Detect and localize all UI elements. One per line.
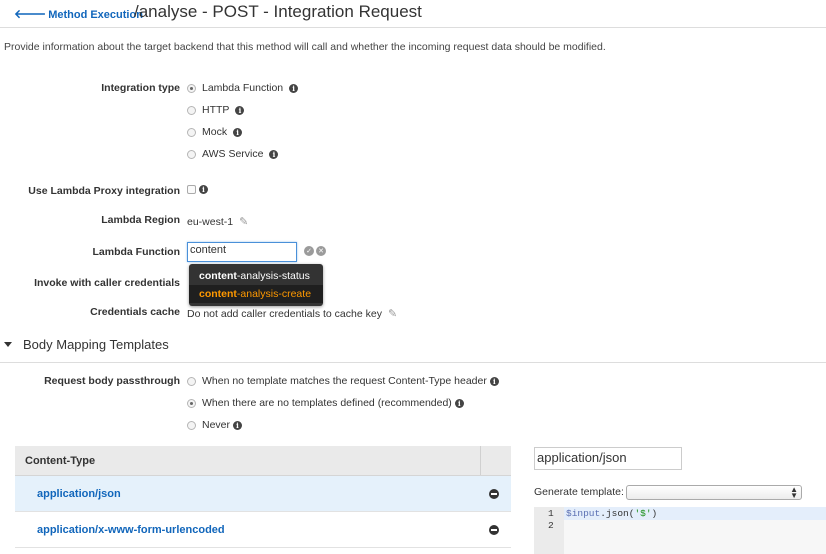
- table-header: Content-Type: [15, 446, 511, 476]
- suggestion-rest: -analysis-create: [236, 288, 312, 300]
- info-icon[interactable]: i: [199, 185, 208, 194]
- lambda-function-actions: ✓ ✕: [304, 246, 326, 256]
- body-mapping-toggle[interactable]: Body Mapping Templates: [4, 337, 169, 352]
- option-label: When there are no templates defined (rec…: [202, 397, 452, 409]
- page-description: Provide information about the target bac…: [4, 41, 606, 53]
- code-variable: $input: [566, 508, 601, 519]
- content-type-link[interactable]: application/json: [37, 488, 121, 500]
- passthrough-option[interactable]: When there are no templates defined (rec…: [187, 397, 464, 409]
- confirm-check-icon[interactable]: ✓: [304, 246, 314, 256]
- body-mapping-title: Body Mapping Templates: [23, 337, 169, 352]
- passthrough-option[interactable]: Never i: [187, 419, 243, 431]
- lambda-region-label: Lambda Region: [101, 214, 180, 226]
- collapse-triangle-icon: [4, 342, 12, 347]
- select-arrows-icon: ▲ ▼: [790, 485, 798, 500]
- lambda-proxy-checkbox[interactable]: [187, 185, 196, 194]
- table-row[interactable]: application/x-www-form-urlencoded: [15, 512, 511, 548]
- code-string: '$': [634, 508, 652, 519]
- content-type-table: Content-Type application/json applicatio…: [15, 446, 511, 548]
- table-row[interactable]: application/json: [15, 476, 511, 512]
- edit-pencil-icon[interactable]: ✎: [388, 307, 397, 320]
- code-line[interactable]: $input.json('$'): [566, 508, 657, 519]
- code-end: ): [651, 508, 658, 519]
- invoke-credentials-label: Invoke with caller credentials: [34, 277, 180, 289]
- option-label: HTTP: [202, 104, 230, 116]
- content-type-header: Content-Type: [25, 454, 96, 467]
- info-icon[interactable]: i: [454, 398, 464, 408]
- lambda-region-value-group: eu-west-1 ✎: [187, 215, 248, 229]
- generate-template-select[interactable]: ▲ ▼: [626, 485, 802, 500]
- back-arrow-icon: 🡐: [14, 7, 47, 21]
- radio-aws-service[interactable]: [187, 149, 196, 159]
- info-icon[interactable]: i: [235, 105, 245, 115]
- option-label: AWS Service: [202, 148, 264, 160]
- method-execution-link[interactable]: 🡐 Method Execution: [14, 6, 143, 21]
- line-number: 1: [548, 508, 554, 519]
- header-divider: [0, 27, 826, 28]
- lambda-function-label: Lambda Function: [92, 246, 181, 258]
- autocomplete-dropdown: content-analysis-status content-analysis…: [189, 264, 323, 306]
- integration-type-label: Integration type: [101, 82, 180, 94]
- suggestion-item-highlighted[interactable]: content-analysis-create: [189, 285, 323, 303]
- radio-passthrough-never[interactable]: [187, 420, 196, 430]
- passthrough-label: Request body passthrough: [44, 375, 180, 387]
- radio-lambda[interactable]: [187, 83, 196, 93]
- integration-option-mock[interactable]: Mock i: [187, 126, 243, 138]
- generate-template-label: Generate template:: [534, 486, 624, 498]
- passthrough-option[interactable]: When no template matches the request Con…: [187, 375, 499, 387]
- lambda-proxy-control[interactable]: i: [187, 185, 208, 194]
- option-label: When no template matches the request Con…: [202, 375, 487, 387]
- section-divider: [0, 362, 826, 363]
- radio-http[interactable]: [187, 105, 196, 115]
- lambda-proxy-label: Use Lambda Proxy integration: [28, 185, 180, 197]
- lambda-function-input[interactable]: content: [187, 242, 297, 262]
- content-type-input[interactable]: application/json: [534, 447, 682, 470]
- option-label: Never: [202, 419, 231, 431]
- content-type-link[interactable]: application/x-www-form-urlencoded: [37, 524, 225, 536]
- cancel-x-icon[interactable]: ✕: [316, 246, 326, 256]
- integration-option-http[interactable]: HTTP i: [187, 104, 245, 116]
- info-icon[interactable]: i: [489, 376, 499, 386]
- header-divider: [480, 446, 481, 475]
- edit-pencil-icon[interactable]: ✎: [239, 215, 248, 228]
- info-icon[interactable]: i: [289, 83, 299, 93]
- option-label: Lambda Function: [202, 82, 284, 94]
- remove-minus-icon[interactable]: [489, 524, 499, 535]
- info-icon[interactable]: i: [233, 127, 243, 137]
- info-icon[interactable]: i: [233, 420, 243, 430]
- suggestion-rest: -analysis-status: [236, 270, 310, 282]
- radio-passthrough-nomatch[interactable]: [187, 376, 196, 386]
- suggestion-item[interactable]: content-analysis-status: [189, 267, 323, 285]
- line-number: 2: [548, 520, 554, 531]
- page-title: /analyse - POST - Integration Request: [134, 2, 422, 21]
- suggestion-match: content: [199, 288, 237, 300]
- template-editor[interactable]: 1 2 $input.json('$'): [534, 507, 826, 554]
- method-execution-label: Method Execution: [48, 9, 143, 21]
- remove-minus-icon[interactable]: [489, 488, 499, 499]
- integration-option-lambda[interactable]: Lambda Function i: [187, 82, 299, 94]
- option-label: Mock: [202, 126, 228, 138]
- lambda-region-value: eu-west-1: [187, 215, 234, 228]
- info-icon[interactable]: i: [269, 149, 279, 159]
- integration-option-aws-service[interactable]: AWS Service i: [187, 148, 279, 160]
- suggestion-match: content: [199, 270, 237, 282]
- credentials-cache-value-group: Do not add caller credentials to cache k…: [187, 307, 397, 321]
- radio-passthrough-notemplates[interactable]: [187, 398, 196, 408]
- credentials-cache-value: Do not add caller credentials to cache k…: [187, 307, 382, 320]
- code-method: .json(: [600, 508, 635, 519]
- radio-mock[interactable]: [187, 127, 196, 137]
- credentials-cache-label: Credentials cache: [90, 306, 180, 318]
